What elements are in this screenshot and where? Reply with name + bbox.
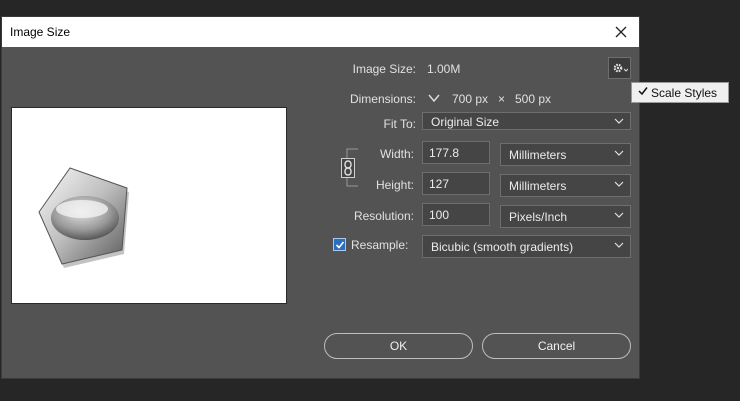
checkmark-icon bbox=[638, 87, 648, 96]
title-bar: Image Size bbox=[2, 17, 639, 47]
chevron-down-icon bbox=[614, 181, 624, 187]
scale-styles-label: Scale Styles bbox=[651, 86, 718, 100]
chevron-down-icon bbox=[614, 212, 624, 218]
gear-icon bbox=[613, 63, 628, 73]
fit-to-value: Original Size bbox=[431, 115, 500, 129]
height-unit-select[interactable]: Millimeters bbox=[500, 174, 631, 197]
image-preview[interactable] bbox=[11, 107, 287, 304]
image-size-dialog: Image Size Image Size: 1.00M Dimensions:… bbox=[1, 16, 640, 379]
height-field[interactable]: 127 bbox=[422, 172, 490, 195]
height-unit-value: Millimeters bbox=[509, 179, 567, 193]
image-size-value: 1.00M bbox=[427, 62, 461, 76]
fit-to-label: Fit To: bbox=[383, 117, 416, 131]
width-unit-value: Millimeters bbox=[509, 148, 567, 162]
scale-styles-menu-item[interactable]: Scale Styles bbox=[631, 82, 729, 103]
resample-method-value: Bicubic (smooth gradients) bbox=[431, 240, 574, 254]
checkmark-icon bbox=[335, 240, 344, 249]
dimensions-chevron-icon[interactable] bbox=[427, 91, 441, 105]
chevron-down-icon bbox=[614, 118, 624, 124]
height-label: Height: bbox=[375, 178, 414, 192]
chevron-down-icon bbox=[614, 242, 624, 248]
resolution-unit-value: Pixels/Inch bbox=[509, 210, 568, 224]
width-label: Width: bbox=[379, 147, 414, 161]
resolution-field[interactable]: 100 bbox=[422, 203, 490, 226]
resample-checkbox[interactable] bbox=[333, 238, 346, 251]
dimensions-times: × bbox=[498, 92, 506, 106]
resolution-label: Resolution: bbox=[353, 209, 414, 223]
width-unit-select[interactable]: Millimeters bbox=[500, 143, 631, 166]
preview-image bbox=[38, 167, 129, 268]
width-field[interactable]: 177.8 bbox=[422, 141, 490, 164]
chevron-down-icon bbox=[614, 150, 624, 156]
width-value: 177.8 bbox=[429, 146, 460, 160]
cancel-button[interactable]: Cancel bbox=[482, 333, 631, 359]
dimensions-label: Dimensions: bbox=[349, 92, 416, 106]
settings-button[interactable] bbox=[608, 57, 631, 79]
resolution-unit-select[interactable]: Pixels/Inch bbox=[500, 205, 631, 228]
dialog-title: Image Size bbox=[10, 25, 71, 39]
dimensions-height-value: 500 px bbox=[515, 92, 552, 106]
resample-method-select[interactable]: Bicubic (smooth gradients) bbox=[422, 235, 631, 258]
resolution-value: 100 bbox=[429, 208, 450, 222]
height-value: 127 bbox=[429, 177, 450, 191]
resample-label[interactable]: Resample: bbox=[351, 238, 408, 252]
chain-link-icon bbox=[344, 160, 352, 176]
constrain-proportions-toggle[interactable] bbox=[341, 158, 355, 178]
image-size-label: Image Size: bbox=[352, 62, 416, 76]
close-icon bbox=[615, 26, 627, 38]
ok-button[interactable]: OK bbox=[324, 333, 473, 359]
dimensions-width-value: 700 px bbox=[452, 92, 489, 106]
fit-to-select[interactable]: Original Size bbox=[422, 112, 631, 130]
close-button[interactable] bbox=[609, 20, 633, 44]
